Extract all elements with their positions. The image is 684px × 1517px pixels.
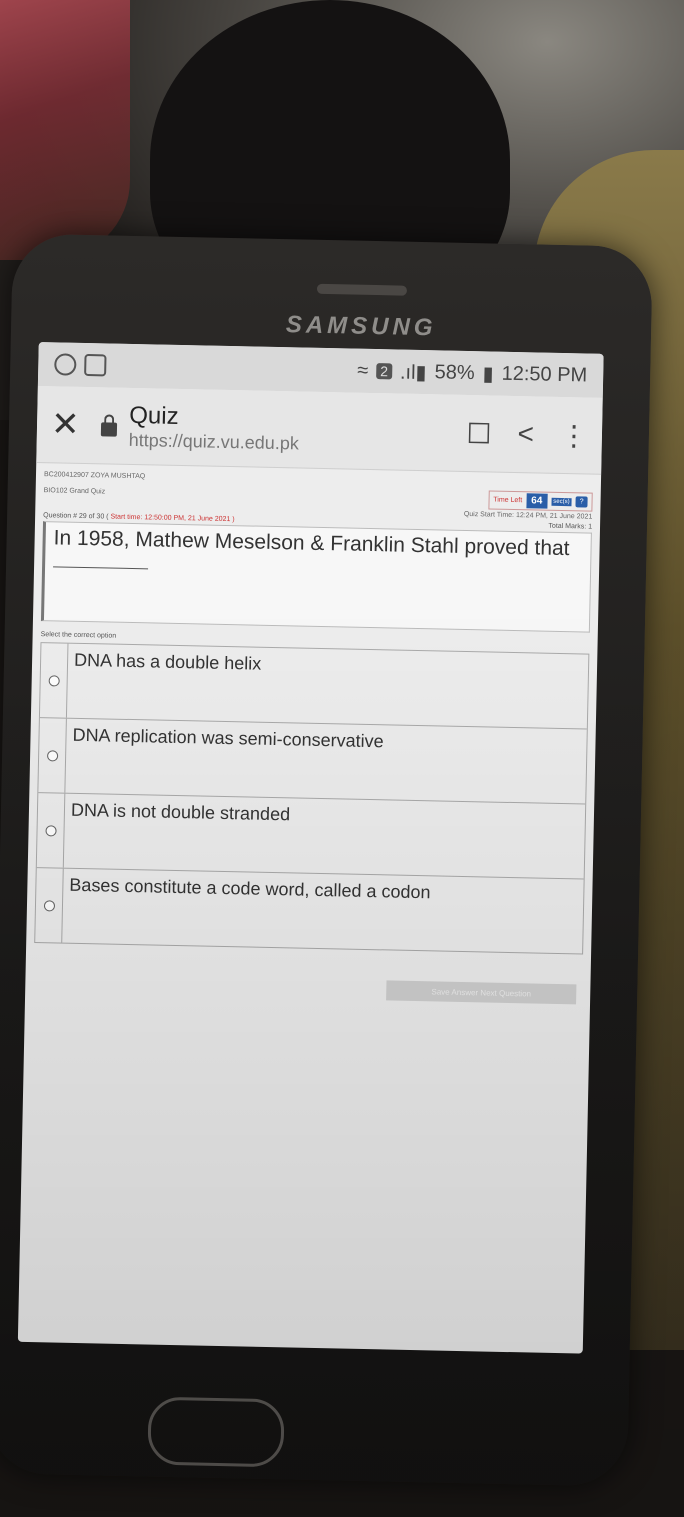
option-row[interactable]: DNA replication was semi-conservative: [38, 718, 587, 805]
radio-cell: [39, 643, 69, 718]
timer-unit: sec(s): [551, 497, 572, 506]
battery-percent: 58%: [434, 360, 475, 384]
option-row[interactable]: DNA has a double helix: [39, 643, 589, 730]
option-text: DNA has a double helix: [73, 649, 262, 674]
question-number: Question # 29 of 30 (: [43, 512, 109, 521]
option-text: DNA replication was semi-conservative: [72, 724, 384, 752]
phone-brand: SAMSUNG: [285, 311, 437, 342]
timer-label: Time Left: [493, 496, 523, 505]
question-start-time: Start time: 12:50:00 PM, 21 June 2021 ): [110, 513, 235, 524]
help-button[interactable]: ?: [575, 496, 588, 508]
sim-badge: 2: [376, 363, 393, 380]
browser-toolbar: ✕ Quiz https://quiz.vu.edu.pk ☐ < ⋮: [36, 385, 603, 475]
clock: 12:50 PM: [501, 362, 588, 386]
timer: Time Left 64 sec(s) ?: [488, 490, 593, 512]
wifi-icon: ≈: [357, 359, 369, 382]
timer-value: 64: [526, 493, 548, 509]
more-icon[interactable]: ⋮: [560, 418, 589, 452]
phone-speaker: [316, 283, 408, 296]
option-row[interactable]: Bases constitute a code word, called a c…: [35, 868, 583, 953]
radio-cell: [35, 868, 64, 943]
radio-button[interactable]: [46, 749, 58, 761]
option-text: DNA is not double stranded: [70, 799, 291, 825]
total-marks: Total Marks: 1: [548, 522, 593, 531]
signal-icon: .ıl▮: [399, 361, 427, 384]
question-box: In 1958, Mathew Meselson & Franklin Stah…: [40, 521, 592, 633]
quiz-page: BC200412907 ZOYA MUSHTAQ BIO102 Grand Qu…: [25, 463, 601, 1005]
background-fabric: [0, 0, 130, 260]
message-icon: [84, 353, 107, 377]
radio-cell: [38, 718, 67, 793]
battery-icon: ▮: [482, 362, 494, 386]
option-row[interactable]: DNA is not double stranded: [36, 793, 586, 880]
radio-cell: [36, 793, 66, 868]
question-blank: [53, 550, 149, 570]
course-name: BIO102 Grand Quiz: [43, 486, 106, 495]
option-text: Bases constitute a code word, called a c…: [69, 874, 431, 903]
bookmark-icon[interactable]: ☐: [466, 416, 492, 450]
share-icon[interactable]: <: [517, 418, 534, 450]
phone-body: SAMSUNG ≈ 2 .ıl▮ 58% ▮ 12:50 PM ✕ Quiz h…: [0, 233, 653, 1487]
status-right: ≈ 2 .ıl▮ 58% ▮ 12:50 PM: [357, 358, 587, 388]
status-left: [54, 353, 107, 377]
whatsapp-icon: [54, 353, 77, 376]
lock-icon: [100, 422, 118, 437]
options-table: DNA has a double helix DNA replication w…: [34, 642, 590, 955]
page-title-block: Quiz https://quiz.vu.edu.pk: [129, 401, 441, 457]
home-button[interactable]: [147, 1396, 285, 1468]
save-answer-button[interactable]: Save Answer Next Question: [386, 980, 577, 1005]
phone-screen: ≈ 2 .ıl▮ 58% ▮ 12:50 PM ✕ Quiz https://q…: [17, 341, 604, 1354]
radio-button[interactable]: [48, 674, 60, 686]
close-icon[interactable]: ✕: [51, 404, 96, 445]
radio-button[interactable]: [43, 899, 55, 911]
radio-button[interactable]: [44, 824, 57, 836]
